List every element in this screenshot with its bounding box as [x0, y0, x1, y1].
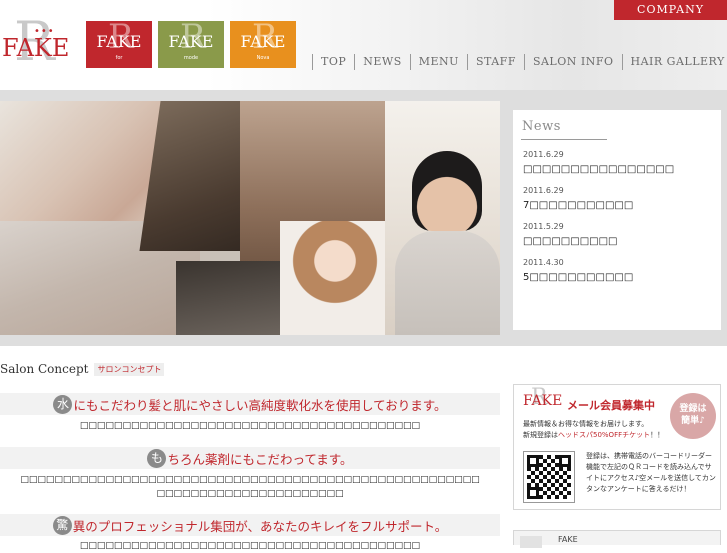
- news-date: 2011.4.30: [523, 258, 633, 267]
- lead-suffix: ！！: [650, 431, 664, 439]
- nav-salon-info[interactable]: SALON INFO: [524, 54, 622, 70]
- logo-wordmark: FAKE: [2, 34, 69, 62]
- salon-concept-title: Salon Concept: [0, 362, 88, 376]
- concept-initial-mark: 水: [53, 395, 72, 414]
- hero-collage-image: [0, 101, 500, 335]
- qr-finder: [527, 487, 539, 499]
- badge-line: 簡単♪: [670, 415, 716, 427]
- concept-headline-water: 水 にもこだわり髪と肌にやさしい高純度軟化水を使用しております。: [0, 393, 500, 415]
- nav-news[interactable]: NEWS: [354, 54, 410, 70]
- member-lead-line: 新規登録はヘッドスパ50%OFFチケット！！: [523, 430, 673, 441]
- company-link[interactable]: COMPANY: [614, 0, 727, 20]
- concept-body-line: □□□□□□□□□□□□□□□□□□□□□□□□□□□□□□□□□□□□□□□□…: [0, 473, 500, 487]
- qr-finder: [527, 455, 539, 467]
- global-nav: TOP NEWS MENU STAFF SALON INFO HAIR GALL…: [312, 52, 727, 72]
- model-man-body: [395, 231, 500, 335]
- qr-code-image: [524, 452, 574, 502]
- bottom-banner[interactable]: FAKE: [513, 530, 721, 545]
- concept-headline-text: ちろん薬剤にもこだわってます。: [167, 449, 352, 468]
- member-lead-line: 最新情報＆お得な情報をお届けします。: [523, 419, 673, 430]
- news-date: 2011.5.29: [523, 222, 617, 231]
- news-date: 2011.6.29: [523, 186, 633, 195]
- qr-finder: [559, 455, 571, 467]
- news-title-underline: [521, 139, 607, 140]
- news-item[interactable]: 2011.4.30 5□□□□□□□□□□□: [523, 258, 633, 283]
- mail-member-banner[interactable]: R FAKE メール会員募集中 登録は 簡単♪ 最新情報＆お得な情報をお届けしま…: [513, 384, 721, 510]
- member-lead: 最新情報＆お得な情報をお届けします。 新規登録はヘッドスパ50%OFFチケット！…: [523, 419, 673, 441]
- perm-photo: [176, 261, 286, 335]
- lead-prefix: 新規登録は: [523, 431, 558, 439]
- site-header: COMPANY R ••• FAKE R FAKE for R FAKE mod…: [0, 0, 727, 90]
- brand-sub: mode: [158, 55, 224, 61]
- brand-sub: for: [86, 55, 152, 61]
- concept-headline-text: にもこだわり髪と肌にやさしい高純度軟化水を使用しております。: [73, 395, 446, 414]
- model-woman-photo: [280, 221, 390, 335]
- brand-sub: Nova: [230, 55, 296, 61]
- brand-logo-fake-mode[interactable]: R FAKE mode: [158, 21, 224, 68]
- brand-logo-fake-for[interactable]: R FAKE for: [86, 21, 152, 68]
- brand-name: FAKE: [230, 32, 296, 51]
- brand-name: FAKE: [86, 32, 152, 51]
- concept-body-chemicals: □□□□□□□□□□□□□□□□□□□□□□□□□□□□□□□□□□□□□□□□…: [0, 473, 500, 501]
- member-description: 登録は、携帯電話のバーコードリーダー機能で左記のＱＲコードを読み込んでサイトにア…: [586, 451, 716, 495]
- news-panel: News 2011.6.29 □□□□□□□□□□□□□□□□ 2011.6.2…: [513, 110, 721, 330]
- news-item[interactable]: 2011.6.29 □□□□□□□□□□□□□□□□: [523, 150, 674, 175]
- concept-body-water: □□□□□□□□□□□□□□□□□□□□□□□□□□□□□□□□□□□□□□□□: [0, 419, 500, 433]
- concept-body-professional: □□□□□□□□□□□□□□□□□□□□□□□□□□□□□□□□□□□□□□□□: [0, 539, 500, 553]
- member-logo: R FAKE: [523, 393, 562, 409]
- concept-headline-text: 異のプロフェッショナル集団が、あなたのキレイをフルサポート。: [73, 516, 448, 535]
- site-logo[interactable]: R ••• FAKE: [2, 14, 80, 74]
- salon-concept-heading: Salon Concept サロンコンセプト: [0, 360, 164, 378]
- news-headline[interactable]: □□□□□□□□□□□□□□□□: [523, 164, 674, 175]
- member-headline: メール会員募集中: [567, 397, 655, 413]
- concept-headline-chemicals: も ちろん薬剤にもこだわってます。: [0, 447, 500, 469]
- nav-menu[interactable]: MENU: [410, 54, 467, 70]
- news-item[interactable]: 2011.6.29 7□□□□□□□□□□□: [523, 186, 633, 211]
- concept-body-line: □□□□□□□□□□□□□□□□□□□□□□□□□□□□□□□□□□□□□□□□: [0, 419, 500, 433]
- concept-initial-mark: 驚: [53, 516, 72, 535]
- brand-logo-fake-nova[interactable]: R FAKE Nova: [230, 21, 296, 68]
- news-headline[interactable]: 5□□□□□□□□□□□: [523, 272, 633, 283]
- badge-line: 登録は: [670, 403, 716, 415]
- concept-body-line: □□□□□□□□□□□□□□□□□□□□□□: [0, 487, 500, 501]
- bottom-banner-title: FAKE: [558, 535, 578, 544]
- news-date: 2011.6.29: [523, 150, 674, 159]
- lead-coupon-text: ヘッドスパ50%OFFチケット: [558, 431, 650, 439]
- news-item[interactable]: 2011.5.29 □□□□□□□□□□: [523, 222, 617, 247]
- news-headline[interactable]: □□□□□□□□□□: [523, 236, 617, 247]
- nav-top[interactable]: TOP: [312, 54, 354, 70]
- brand-name: FAKE: [158, 32, 224, 51]
- salon-concept-subtitle: サロンコンセプト: [94, 363, 164, 376]
- model-man-head: [412, 151, 482, 231]
- nav-hair-gallery[interactable]: HAIR GALLERY: [622, 54, 727, 70]
- member-logo-name: FAKE: [523, 393, 562, 409]
- nav-staff[interactable]: STAFF: [467, 54, 524, 70]
- news-headline[interactable]: 7□□□□□□□□□□□: [523, 200, 633, 211]
- bottom-banner-thumb: [520, 536, 542, 548]
- news-title: News: [522, 119, 561, 134]
- easy-signup-badge: 登録は 簡単♪: [670, 393, 716, 439]
- concept-headline-professional: 驚 異のプロフェッショナル集団が、あなたのキレイをフルサポート。: [0, 514, 500, 536]
- concept-body-line: □□□□□□□□□□□□□□□□□□□□□□□□□□□□□□□□□□□□□□□□: [0, 539, 500, 553]
- concept-initial-mark: も: [147, 449, 166, 468]
